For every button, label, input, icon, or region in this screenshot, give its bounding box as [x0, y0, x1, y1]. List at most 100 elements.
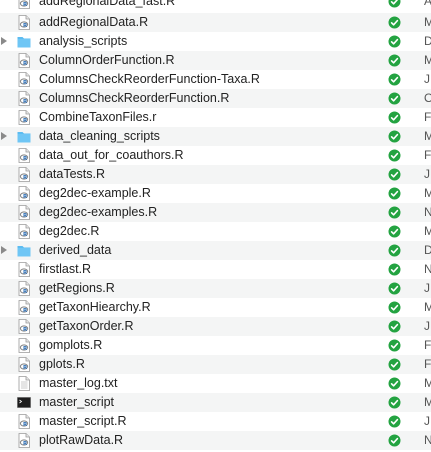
r-file-icon: R — [17, 72, 31, 87]
file-row[interactable]: Rdata_out_for_coauthors.R F — [0, 146, 431, 165]
sync-status-check-icon — [388, 111, 401, 124]
file-row[interactable]: Rdeg2dec-example.R M — [0, 184, 431, 203]
folder-icon — [17, 129, 31, 144]
sync-status-check-icon — [388, 320, 401, 333]
file-name: deg2dec.R — [39, 224, 100, 238]
sync-status-check-icon — [388, 92, 401, 105]
sync-status-check-icon — [388, 396, 401, 409]
file-name: deg2dec-example.R — [39, 186, 151, 200]
file-row[interactable]: RgetTaxonOrder.R J — [0, 317, 431, 336]
r-file-icon: R — [17, 186, 31, 201]
file-name: getRegions.R — [39, 281, 115, 295]
file-name: getTaxonHiearchy.R — [39, 300, 151, 314]
sync-status-check-icon — [388, 35, 401, 48]
file-kind: J — [424, 72, 430, 86]
file-name: ColumnsCheckReorderFunction.R — [39, 91, 230, 105]
file-row[interactable]: RplotRawData.R N — [0, 431, 431, 450]
r-file-icon: R — [17, 167, 31, 182]
file-kind: O — [424, 91, 431, 105]
r-file-icon: R — [17, 433, 31, 448]
file-row[interactable]: Rmaster_script.R J — [0, 412, 431, 431]
file-name: deg2dec-examples.R — [39, 205, 158, 219]
file-kind: J — [424, 281, 430, 295]
disclosure-triangle-icon[interactable] — [1, 37, 7, 45]
r-file-icon: R — [17, 338, 31, 353]
file-name: analysis_scripts — [39, 34, 128, 48]
file-name: getTaxonOrder.R — [39, 319, 134, 333]
file-kind: J — [424, 319, 430, 333]
sync-status-check-icon — [388, 225, 401, 238]
file-name: derived_data — [39, 243, 112, 257]
file-row[interactable]: RgetRegions.R J — [0, 279, 431, 298]
file-name: data_cleaning_scripts — [39, 129, 160, 143]
file-row[interactable]: Rdeg2dec-examples.R N — [0, 203, 431, 222]
sync-status-check-icon — [388, 149, 401, 162]
file-row[interactable]: master_log.txt M — [0, 374, 431, 393]
r-file-icon: R — [17, 91, 31, 106]
folder-icon — [17, 34, 31, 49]
r-file-icon: R — [17, 0, 31, 9]
terminal-file-icon — [17, 395, 31, 410]
file-row[interactable]: R ColumnsCheckReorderFunction.R O — [0, 89, 431, 108]
file-row[interactable]: RdataTests.R J — [0, 165, 431, 184]
folder-icon — [17, 243, 31, 258]
sync-status-check-icon — [388, 282, 401, 295]
r-file-icon: R — [17, 281, 31, 296]
file-kind: A — [424, 0, 431, 8]
file-row[interactable]: R ColumnOrderFunction.R M — [0, 51, 431, 70]
sync-status-check-icon — [388, 130, 401, 143]
file-row[interactable]: RaddRegionalData_fast.R A — [0, 0, 431, 13]
file-kind: M — [424, 224, 431, 238]
sync-status-check-icon — [388, 377, 401, 390]
file-kind: M — [424, 186, 431, 200]
file-kind: F — [424, 338, 431, 352]
file-row[interactable]: RaddRegionalData.R M — [0, 13, 431, 32]
file-kind: M — [424, 15, 431, 29]
file-kind: D — [424, 243, 431, 257]
file-row[interactable]: RgetTaxonHiearchy.R M — [0, 298, 431, 317]
sync-status-check-icon — [388, 301, 401, 314]
disclosure-triangle-icon[interactable] — [1, 246, 7, 254]
file-kind: M — [424, 376, 431, 390]
file-row[interactable]: master_script M — [0, 393, 431, 412]
file-row[interactable]: analysis_scripts D — [0, 32, 431, 51]
file-row[interactable]: data_cleaning_scripts M — [0, 127, 431, 146]
sync-status-check-icon — [388, 54, 401, 67]
file-kind: N — [424, 205, 431, 219]
sync-status-check-icon — [388, 187, 401, 200]
r-file-icon: R — [17, 319, 31, 334]
sync-status-check-icon — [388, 339, 401, 352]
r-file-icon: R — [17, 414, 31, 429]
file-name: ColumnOrderFunction.R — [39, 53, 175, 67]
file-name: CombineTaxonFiles.r — [39, 110, 157, 124]
sync-status-check-icon — [388, 358, 401, 371]
file-kind: N — [424, 262, 431, 276]
r-file-icon: R — [17, 357, 31, 372]
file-kind: J — [424, 167, 430, 181]
sync-status-check-icon — [388, 16, 401, 29]
file-row[interactable]: Rgplots.R F — [0, 355, 431, 374]
file-name: plotRawData.R — [39, 433, 124, 447]
sync-status-check-icon — [388, 73, 401, 86]
file-name: dataTests.R — [39, 167, 106, 181]
disclosure-triangle-icon[interactable] — [1, 132, 7, 140]
file-name: addRegionalData_fast.R — [39, 0, 176, 8]
file-row[interactable]: derived_data D — [0, 241, 431, 260]
r-file-icon: R — [17, 205, 31, 220]
file-kind: F — [424, 110, 431, 124]
file-row[interactable]: R ColumnsCheckReorderFunction-Taxa.R J — [0, 70, 431, 89]
file-row[interactable]: Rfirstlast.R N — [0, 260, 431, 279]
file-kind: D — [424, 34, 431, 48]
file-row[interactable]: Rdeg2dec.R M — [0, 222, 431, 241]
r-file-icon: R — [17, 300, 31, 315]
file-row[interactable]: Rgomplots.R F — [0, 336, 431, 355]
sync-status-check-icon — [388, 206, 401, 219]
file-name: ColumnsCheckReorderFunction-Taxa.R — [39, 72, 260, 86]
file-kind: M — [424, 395, 431, 409]
file-kind: F — [424, 148, 431, 162]
r-file-icon: R — [17, 148, 31, 163]
file-kind: M — [424, 300, 431, 314]
file-name: firstlast.R — [39, 262, 92, 276]
file-row[interactable]: R CombineTaxonFiles.r F — [0, 108, 431, 127]
sync-status-check-icon — [388, 168, 401, 181]
